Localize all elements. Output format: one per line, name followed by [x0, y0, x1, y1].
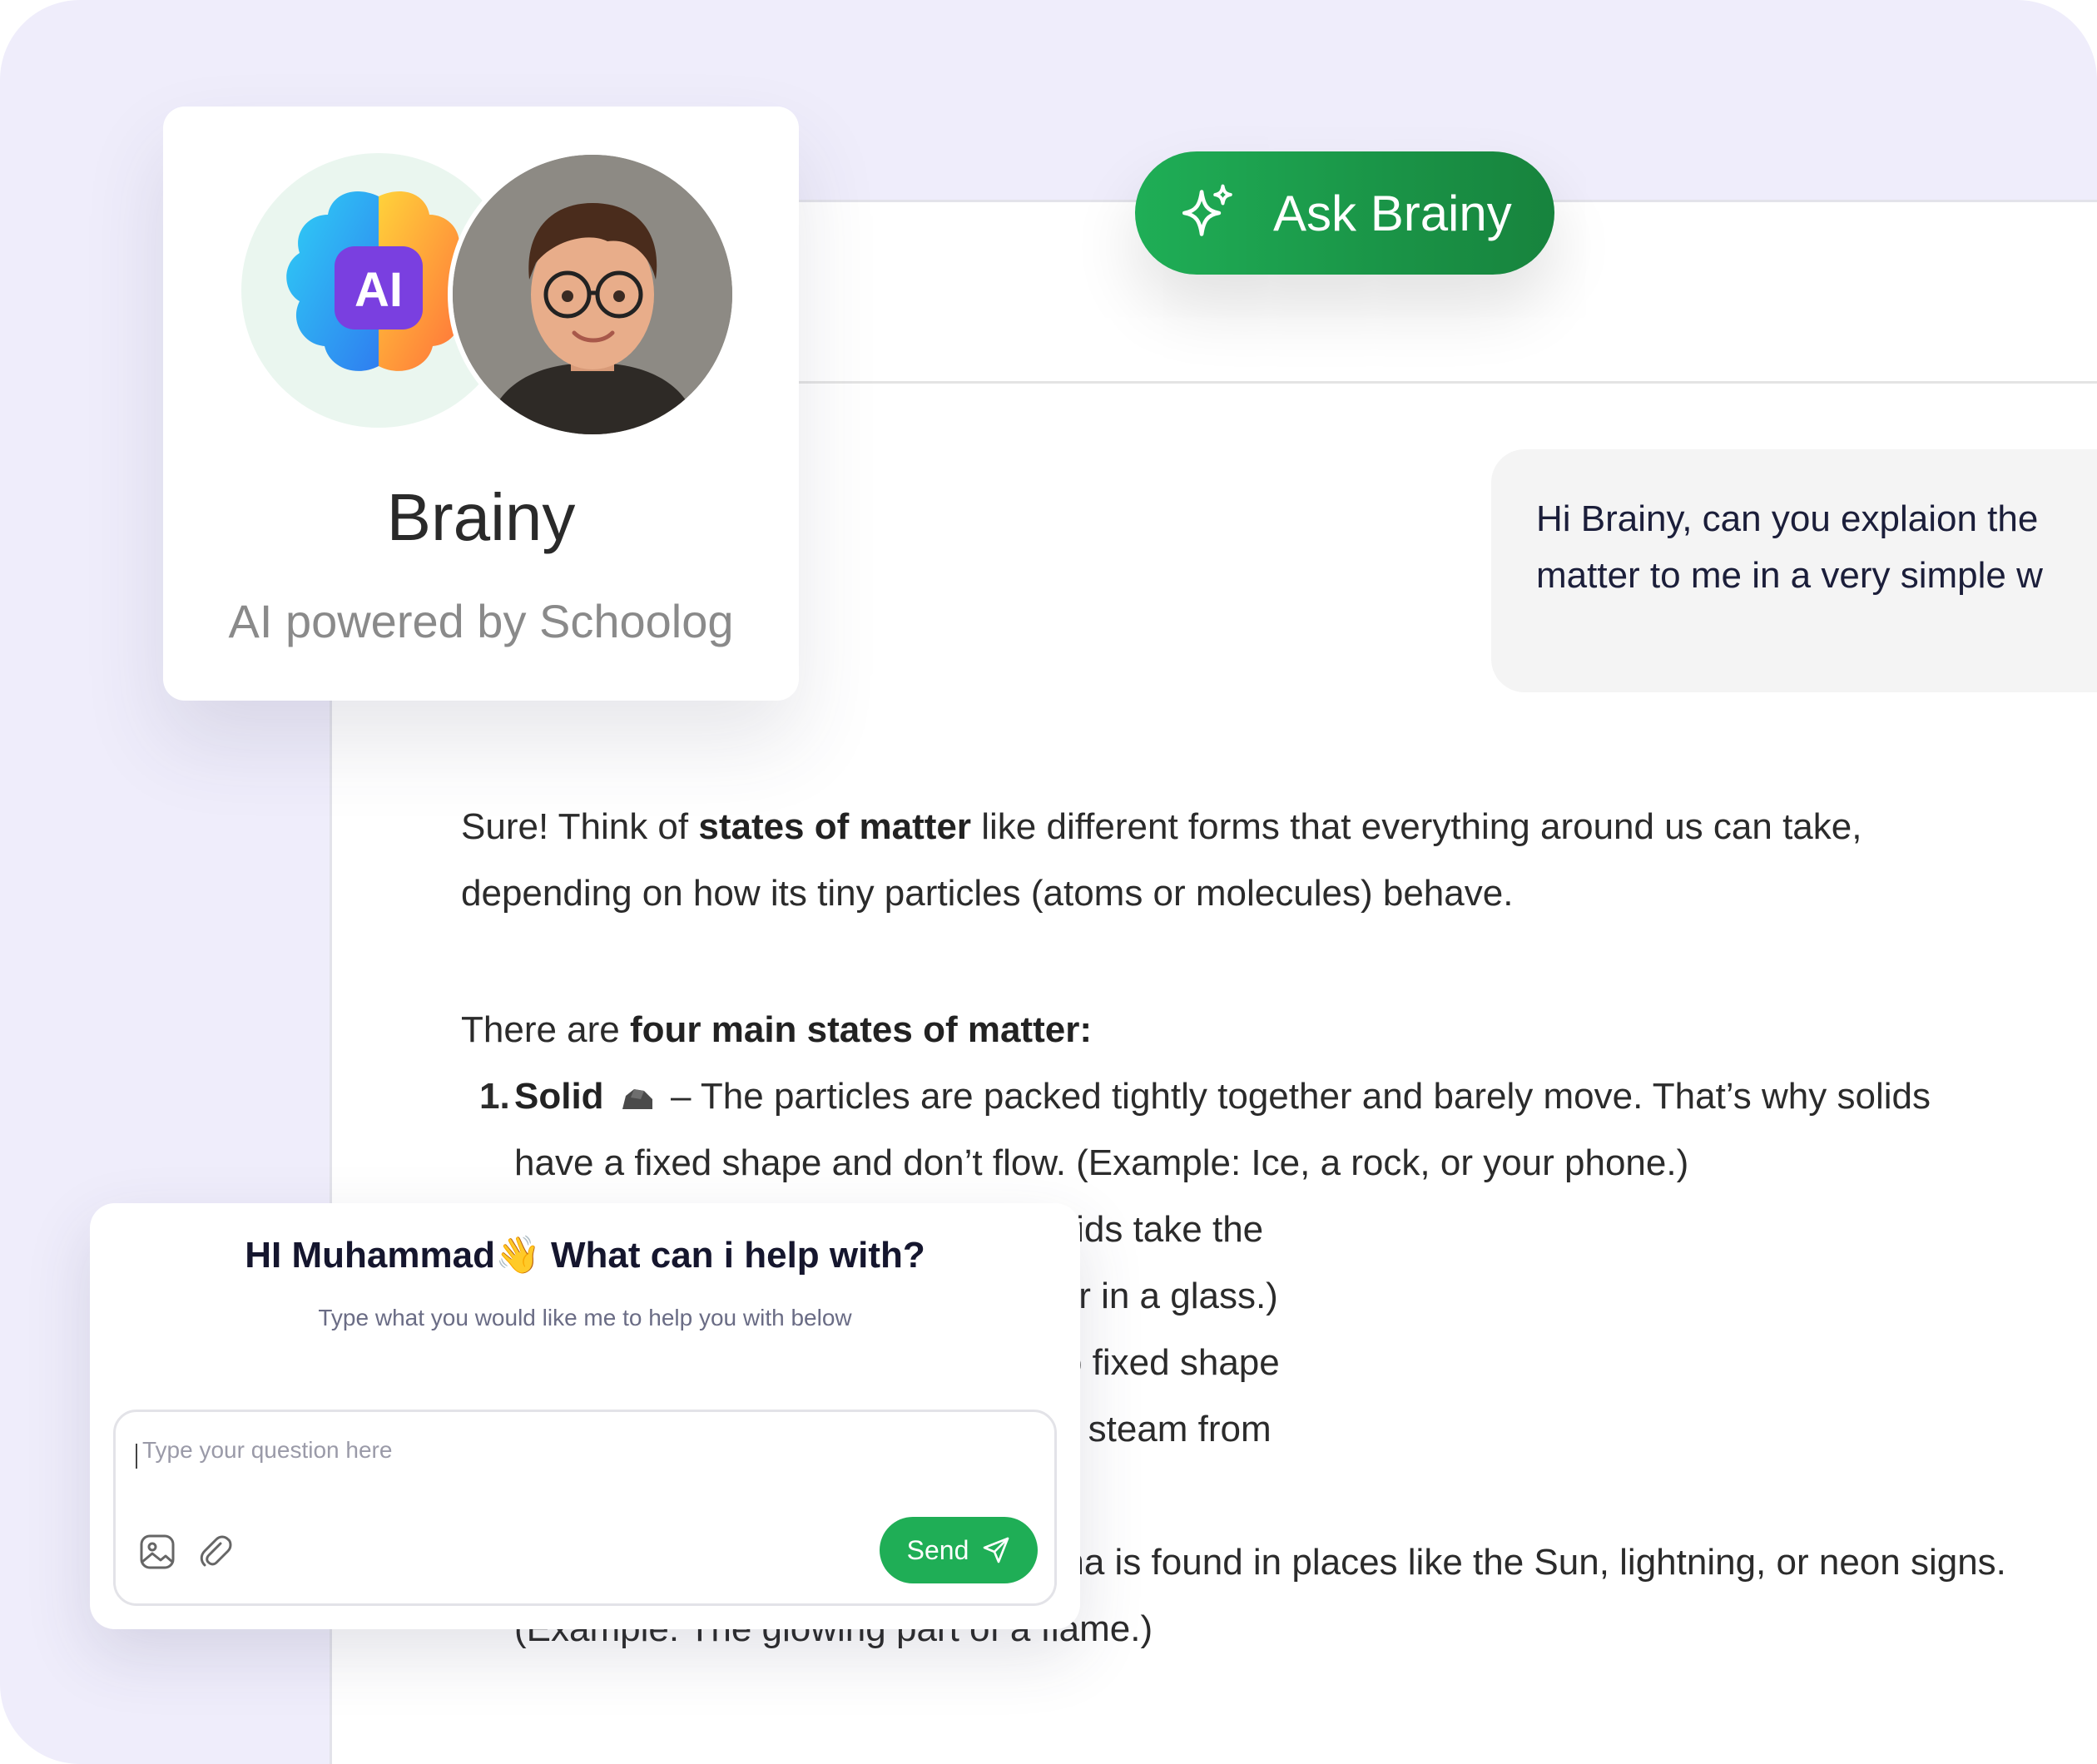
rock-emoji-icon: [622, 1089, 652, 1110]
send-button[interactable]: Send: [880, 1517, 1038, 1583]
list-item-name: Solid: [514, 1076, 604, 1117]
ai-badge-text: AI: [354, 263, 403, 317]
answer-text: There are: [461, 1009, 630, 1050]
ask-brainy-button[interactable]: Ask Brainy: [1135, 151, 1554, 275]
app-canvas: hoolog Ask Brainy Hi Brainy, can you exp…: [0, 0, 2097, 1764]
answer-bold: states of matter: [698, 806, 972, 847]
user-avatar-image: [453, 155, 732, 434]
image-icon[interactable]: [137, 1532, 177, 1572]
answer-bold: four main states of matter:: [629, 1009, 1092, 1050]
wave-emoji-icon: 👋: [494, 1235, 541, 1276]
send-label: Send: [906, 1534, 969, 1565]
text-caret: [136, 1444, 137, 1469]
greeting-title: HI Muhammad👋 What can i help with?: [90, 1233, 1080, 1276]
list-number: 1.: [479, 1076, 510, 1117]
answer-text: Sure! Think of: [461, 806, 699, 847]
assistant-name: Brainy: [386, 480, 576, 554]
user-message-bubble: Hi Brainy, can you explaion the matter t…: [1491, 449, 2097, 692]
avatar: [448, 150, 737, 439]
list-item-text: – The particles are packed tightly toget…: [514, 1076, 1931, 1183]
chat-prompt-card: HI Muhammad👋 What can i help with? Type …: [90, 1203, 1080, 1629]
question-input[interactable]: Type your question here Send: [113, 1410, 1057, 1606]
answer-paragraph-2: There are four main states of matter:: [461, 997, 2009, 1063]
send-icon: [984, 1537, 1009, 1563]
question-placeholder: Type your question here: [142, 1437, 393, 1463]
assistant-subtitle: AI powered by Schoolog: [228, 595, 734, 647]
list-item-solid: 1. Solid – The particles are packed tigh…: [461, 1063, 2009, 1197]
brainy-profile-card: AI Brainy AI powered by Schoolog: [163, 107, 799, 701]
paperclip-icon[interactable]: [196, 1532, 235, 1572]
greeting-question: What can i help with?: [540, 1235, 925, 1276]
sparkle-icon: [1182, 184, 1232, 236]
ask-brainy-label: Ask Brainy: [1273, 185, 1512, 241]
greeting-subtitle: Type what you would like me to help you …: [318, 1305, 852, 1330]
answer-paragraph-1: Sure! Think of states of matter like dif…: [461, 794, 2009, 927]
greeting-name: HI Muhammad: [245, 1235, 495, 1276]
